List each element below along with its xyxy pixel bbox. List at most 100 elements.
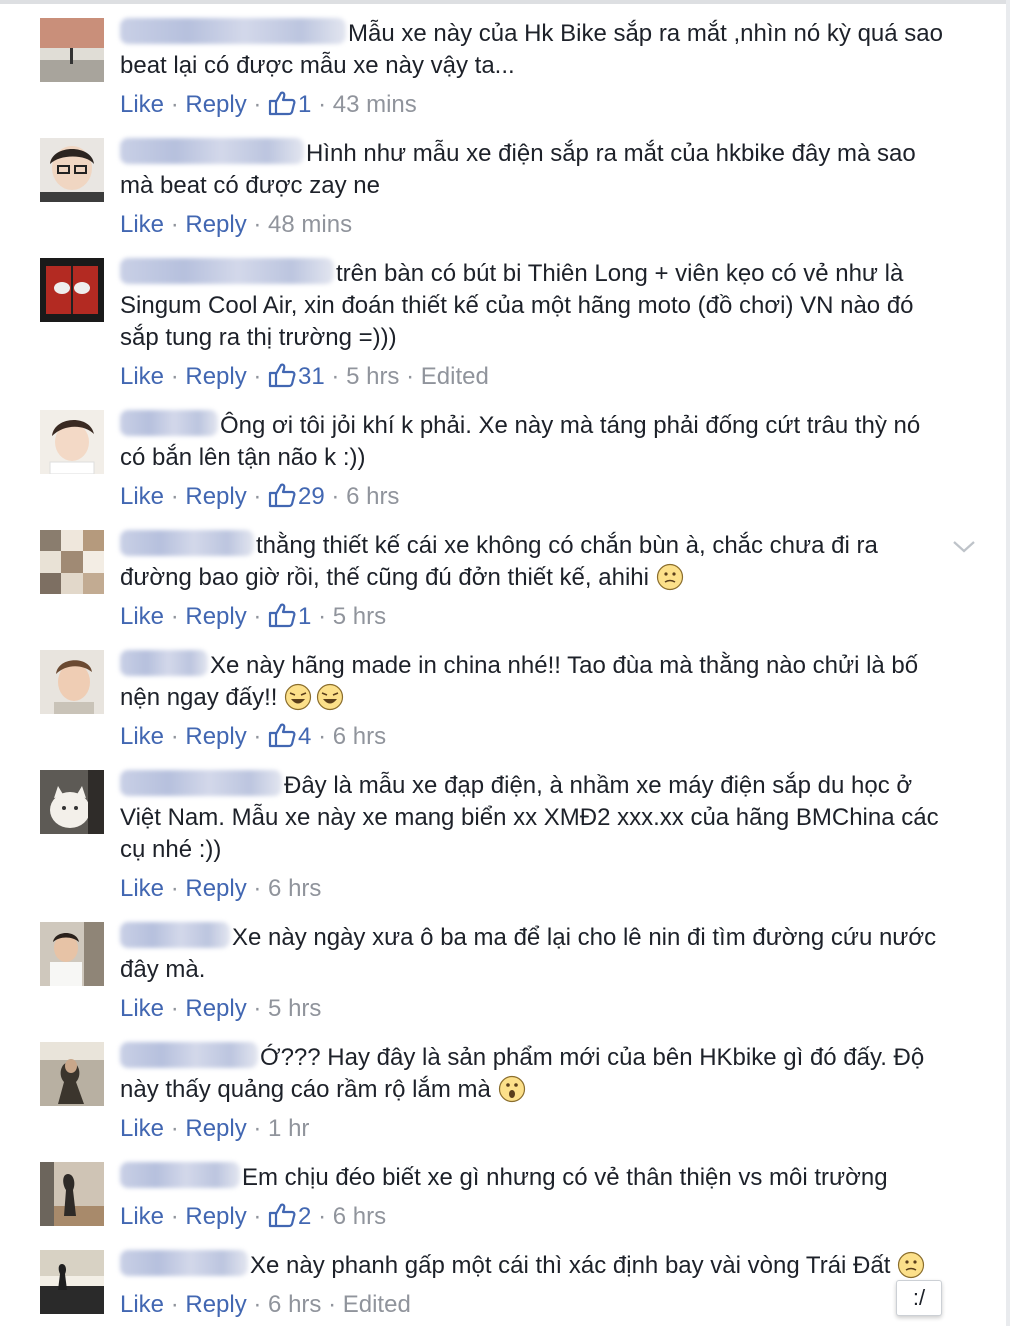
timestamp[interactable]: 5 hrs	[333, 603, 386, 630]
comment-text: Xe này hãng made in china nhé!! Tao đùa …	[120, 652, 919, 711]
laughing-tears-emoji-icon	[285, 683, 344, 711]
timestamp[interactable]: 5 hrs	[268, 995, 321, 1022]
timestamp[interactable]: 6 hrs	[268, 875, 321, 902]
reply-link[interactable]: Reply	[185, 483, 246, 510]
comment-body: Xe này hãng made in china nhé!! Tao đùa …	[120, 650, 950, 714]
comment-actions: Like · Reply · 31 · 5 hrs · Edited	[120, 362, 489, 396]
like-link[interactable]: Like	[120, 1115, 164, 1142]
commenter-name[interactable]	[120, 650, 208, 676]
commenter-name[interactable]	[120, 18, 346, 44]
timestamp[interactable]: 48 mins	[268, 211, 352, 238]
reply-link[interactable]: Reply	[185, 211, 246, 238]
commenter-name[interactable]	[120, 530, 254, 556]
timestamp[interactable]: 6 hrs	[268, 1291, 321, 1318]
like-link[interactable]: Like	[120, 211, 164, 238]
right-scroll-edge	[1006, 0, 1010, 1326]
avatar[interactable]	[40, 770, 104, 834]
like-link[interactable]: Like	[120, 995, 164, 1022]
thumbs-up-icon[interactable]	[268, 722, 296, 756]
emoji-tooltip: :/	[896, 1280, 942, 1316]
avatar[interactable]	[40, 1250, 104, 1314]
reply-link[interactable]: Reply	[185, 91, 246, 118]
like-link[interactable]: Like	[120, 483, 164, 510]
avatar[interactable]	[40, 258, 104, 322]
thumbs-up-icon[interactable]	[268, 362, 296, 396]
comment-actions: Like · Reply · 48 mins	[120, 211, 353, 238]
avatar[interactable]	[40, 138, 104, 202]
comment-body: Hình như mẫu xe điện sắp ra mắt của hkbi…	[120, 138, 950, 202]
comment-actions: Like · Reply · 1 · 5 hrs	[120, 602, 386, 636]
comment-body: Ông ơi tôi jỏi khí k phải. Xe này mà tán…	[120, 410, 950, 474]
reply-link[interactable]: Reply	[185, 1203, 246, 1230]
like-count[interactable]: 1	[298, 91, 311, 118]
timestamp[interactable]: 43 mins	[333, 91, 417, 118]
edited-label[interactable]: Edited	[343, 1291, 411, 1318]
thumbs-up-icon[interactable]	[268, 482, 296, 516]
commenter-name[interactable]	[120, 258, 334, 284]
like-link[interactable]: Like	[120, 603, 164, 630]
comment-actions: Like · Reply · 6 hrs · Edited	[120, 1291, 411, 1318]
timestamp[interactable]: 6 hrs	[333, 723, 386, 750]
comment-body: Em chịu đéo biết xe gì nhưng có vẻ thân …	[120, 1162, 950, 1194]
reply-link[interactable]: Reply	[185, 723, 246, 750]
avatar[interactable]	[40, 18, 104, 82]
comment-body: Xe này ngày xưa ô ba ma để lại cho lê ni…	[120, 922, 950, 986]
comment-text: Xe này ngày xưa ô ba ma để lại cho lê ni…	[120, 924, 937, 983]
commenter-name[interactable]	[120, 922, 230, 948]
commenter-name[interactable]	[120, 410, 218, 436]
comment-body: Mẫu xe này của Hk Bike sắp ra mắt ,nhìn …	[120, 18, 950, 82]
like-count[interactable]: 2	[298, 1203, 311, 1230]
reply-link[interactable]: Reply	[185, 1291, 246, 1318]
commenter-name[interactable]	[120, 1042, 258, 1068]
timestamp[interactable]: 6 hrs	[346, 483, 399, 510]
timestamp[interactable]: 5 hrs	[346, 363, 399, 390]
commenter-name[interactable]	[120, 770, 282, 796]
comment-actions: Like · Reply · 1 · 43 mins	[120, 90, 417, 124]
timestamp[interactable]: 6 hrs	[333, 1203, 386, 1230]
comment-actions: Like · Reply · 2 · 6 hrs	[120, 1202, 386, 1236]
comment-body: trên bàn có bút bi Thiên Long + viên kẹo…	[120, 258, 950, 354]
comment-actions: Like · Reply · 4 · 6 hrs	[120, 722, 386, 756]
avatar[interactable]	[40, 1162, 104, 1226]
reply-link[interactable]: Reply	[185, 363, 246, 390]
like-count[interactable]: 31	[298, 363, 325, 390]
like-count[interactable]: 4	[298, 723, 311, 750]
reply-link[interactable]: Reply	[185, 995, 246, 1022]
avatar[interactable]	[40, 922, 104, 986]
comment-actions: Like · Reply · 29 · 6 hrs	[120, 482, 399, 516]
reply-link[interactable]: Reply	[185, 1115, 246, 1142]
chevron-down-icon[interactable]	[952, 536, 976, 556]
like-link[interactable]: Like	[120, 1203, 164, 1230]
comment-text: Xe này phanh gấp một cái thì xác định ba…	[250, 1252, 891, 1279]
avatar[interactable]	[40, 530, 104, 594]
reply-link[interactable]: Reply	[185, 603, 246, 630]
comment-body: Xe này phanh gấp một cái thì xác định ba…	[120, 1250, 950, 1282]
avatar[interactable]	[40, 1042, 104, 1106]
thumbs-up-icon[interactable]	[268, 602, 296, 636]
commenter-name[interactable]	[120, 1250, 248, 1276]
commenter-name[interactable]	[120, 138, 304, 164]
avatar[interactable]	[40, 650, 104, 714]
comment-body: Ớ??? Hay đây là sản phẩm mới của bên HKb…	[120, 1042, 950, 1106]
like-link[interactable]: Like	[120, 1291, 164, 1318]
comment-body: thằng thiết kế cái xe không có chắn bùn …	[120, 530, 950, 594]
like-count[interactable]: 29	[298, 483, 325, 510]
like-link[interactable]: Like	[120, 363, 164, 390]
avatar[interactable]	[40, 410, 104, 474]
comment-text: Em chịu đéo biết xe gì nhưng có vẻ thân …	[242, 1164, 888, 1191]
comment-actions: Like · Reply · 1 hr	[120, 1115, 310, 1142]
top-border	[0, 0, 1010, 4]
comment-body: Đây là mẫu xe đạp điện, à nhầm xe máy đi…	[120, 770, 950, 866]
thumbs-up-icon[interactable]	[268, 90, 296, 124]
like-count[interactable]: 1	[298, 603, 311, 630]
comment-text: Ông ơi tôi jỏi khí k phải. Xe này mà tán…	[120, 412, 921, 471]
like-link[interactable]: Like	[120, 723, 164, 750]
commenter-name[interactable]	[120, 1162, 240, 1188]
edited-label[interactable]: Edited	[421, 363, 489, 390]
thumbs-up-icon[interactable]	[268, 1202, 296, 1236]
like-link[interactable]: Like	[120, 875, 164, 902]
like-link[interactable]: Like	[120, 91, 164, 118]
confused-emoji-icon	[656, 563, 683, 591]
timestamp[interactable]: 1 hr	[268, 1115, 309, 1142]
reply-link[interactable]: Reply	[185, 875, 246, 902]
